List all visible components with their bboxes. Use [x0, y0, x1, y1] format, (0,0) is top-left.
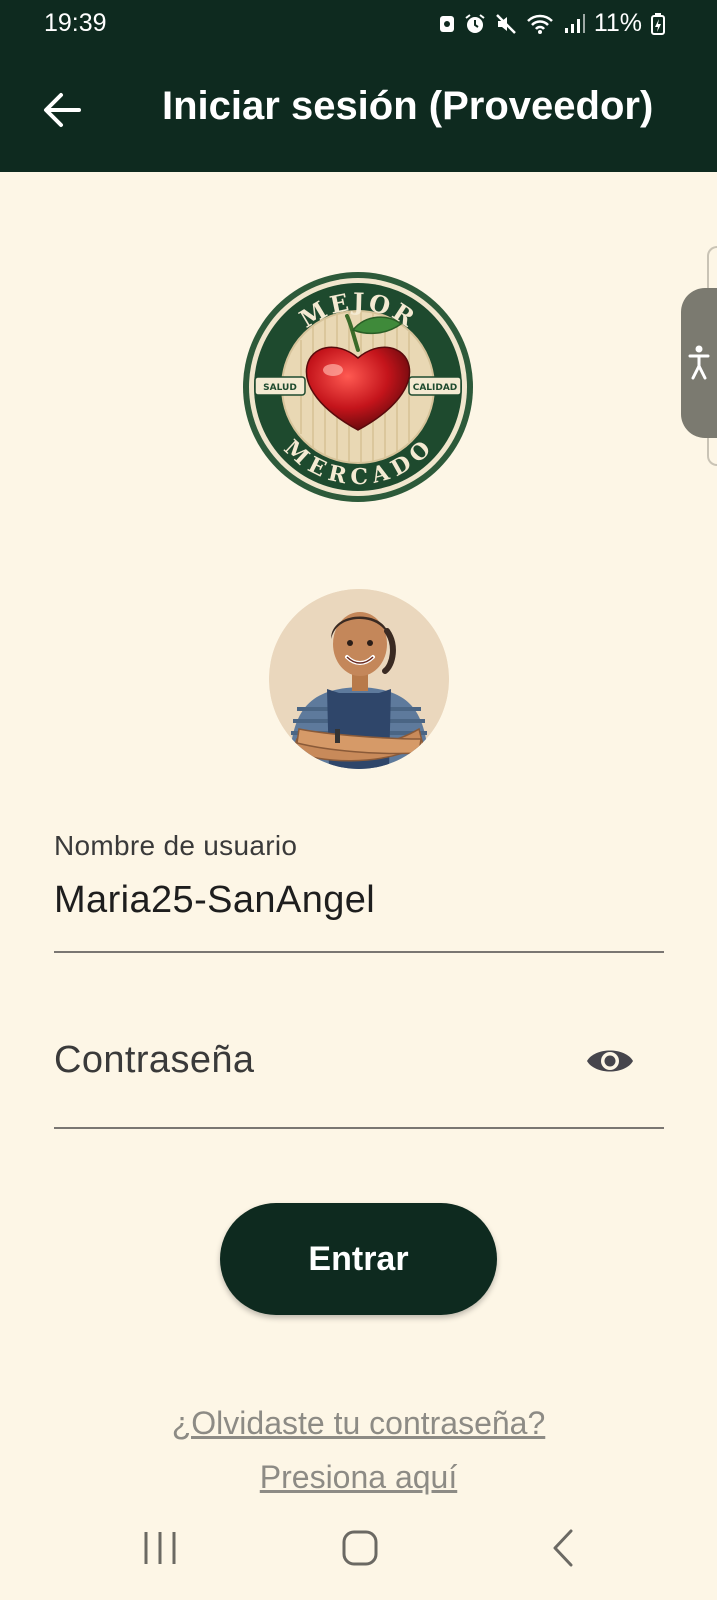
alarm-icon [465, 13, 485, 33]
signal-icon [564, 13, 585, 33]
toolbar: Iniciar sesión (Proveedor) [0, 70, 717, 146]
recent-apps-button[interactable] [140, 1523, 180, 1573]
forgot-password-link[interactable]: Presiona aquí [0, 1459, 717, 1496]
vendor-avatar [269, 589, 449, 769]
page-title: Iniciar sesión (Proveedor) [162, 84, 654, 128]
username-input[interactable] [54, 875, 664, 925]
system-back-button[interactable] [548, 1523, 578, 1573]
home-button[interactable] [340, 1523, 380, 1573]
username-underline [54, 951, 664, 953]
eye-icon [587, 1050, 633, 1072]
mute-icon [495, 13, 516, 34]
status-time: 19:39 [44, 9, 107, 37]
accessibility-icon [688, 345, 710, 380]
battery-percent: 11% [593, 9, 642, 37]
notification-icon [439, 15, 454, 32]
system-nav-bar [0, 1505, 717, 1600]
recent-apps-icon [144, 1532, 176, 1564]
chevron-left-icon [553, 1529, 573, 1567]
status-icons: 11% [439, 9, 665, 38]
app-bar: 19:39 11% Iniciar sesión (Proveedor) [0, 0, 717, 172]
password-underline [54, 1127, 664, 1129]
forgot-password-question[interactable]: ¿Olvidaste tu contraseña? [0, 1405, 717, 1442]
back-button[interactable] [40, 88, 84, 132]
mejor-mercado-logo: MEJOR MERCADO SALUD CALIDAD [243, 272, 473, 502]
wifi-icon [526, 14, 553, 34]
battery-icon [651, 12, 665, 35]
arrow-left-icon [44, 93, 81, 127]
accessibility-button[interactable] [681, 288, 717, 438]
password-input[interactable] [54, 1033, 574, 1083]
logo-left-badge: SALUD [263, 383, 297, 393]
home-icon [342, 1530, 378, 1566]
toggle-password-visibility-button[interactable] [584, 1038, 636, 1084]
username-label: Nombre de usuario [54, 830, 298, 861]
login-button[interactable]: Entrar [220, 1203, 497, 1315]
logo-right-badge: CALIDAD [413, 383, 458, 393]
status-bar: 19:39 11% [0, 0, 717, 48]
